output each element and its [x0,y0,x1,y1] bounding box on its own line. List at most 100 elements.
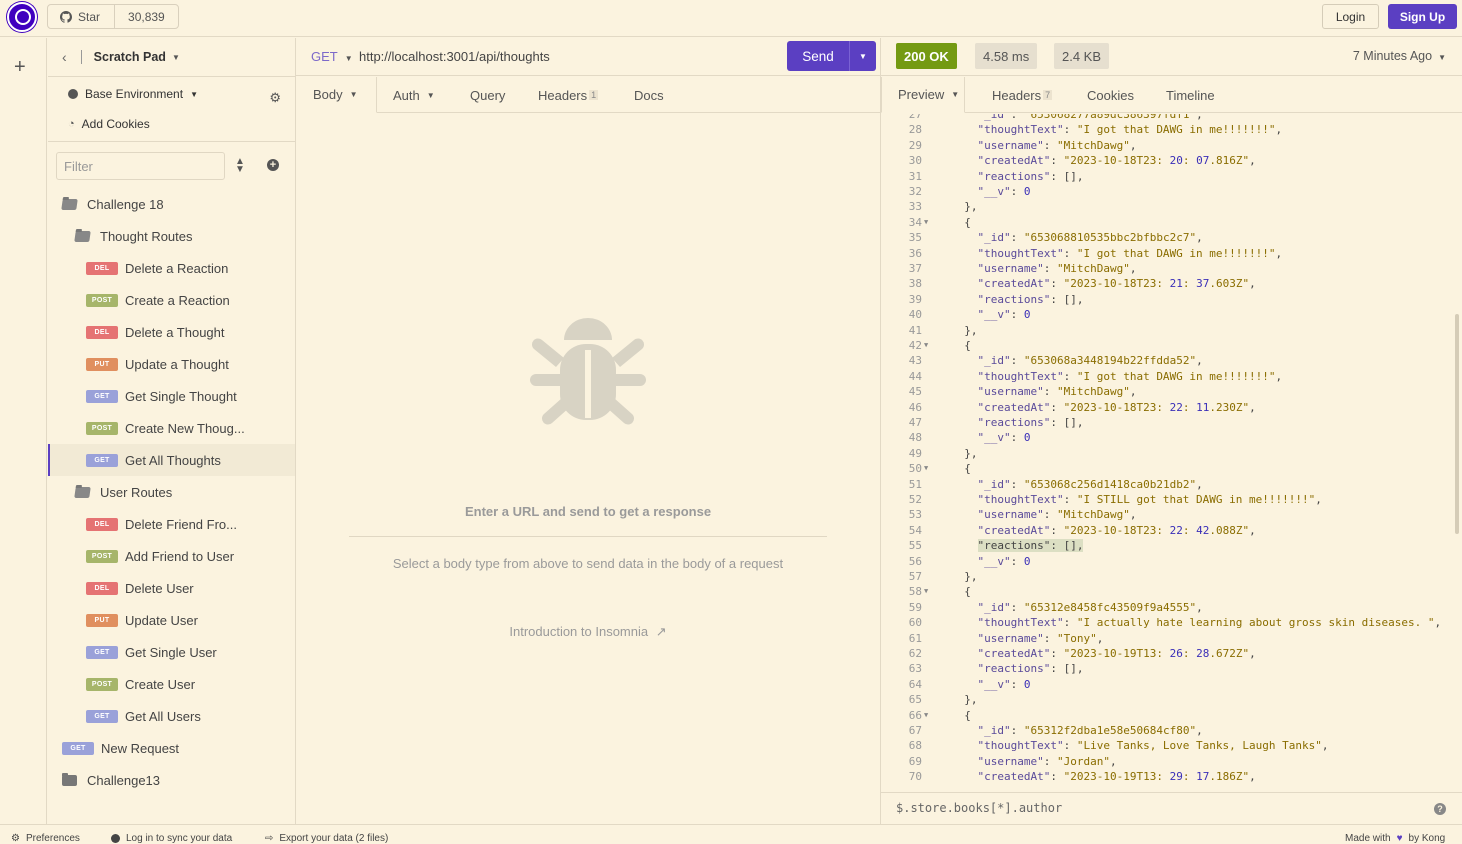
response-history-selector[interactable]: 7 Minutes Ago ▼ [1353,49,1446,63]
sidebar-request[interactable]: DEL Delete User [48,572,295,604]
add-item-icon[interactable]: + [267,159,279,171]
chevron-down-icon[interactable]: ▼ [172,53,180,62]
preferences-button[interactable]: ⚙ Preferences [11,833,80,844]
code-text: }, [951,446,978,460]
sidebar-folder[interactable]: User Routes [48,476,295,508]
login-sync-button[interactable]: Log in to sync your data [111,833,232,844]
method-badge: POST [86,421,118,435]
code-text: "_id": "65312f2dba1e58e50684cf80", [977,724,1203,737]
sync-status-icon [111,834,120,843]
sidebar-item-label: Challenge 18 [87,196,164,212]
workspace-title[interactable]: Scratch Pad [94,50,166,64]
method-badge: DEL [86,581,118,595]
bug-icon [530,318,646,425]
sort-icon[interactable]: ▲ ▼ [235,157,245,175]
tab-cookies[interactable]: Cookies [1087,77,1134,113]
line-number: 70 [908,770,922,784]
sidebar-request[interactable]: GET Get All Users [48,700,295,732]
tab-auth[interactable]: Auth ▼ [393,77,435,113]
sidebar-request[interactable]: DEL Delete Friend Fro... [48,508,295,540]
fold-toggle-icon[interactable]: ▼ [924,215,928,230]
insomnia-logo[interactable] [7,2,37,32]
code-text: "createdAt": "2023-10-18T23: 21: 37.603Z… [977,277,1256,291]
code-text: "username": "MitchDawg", [977,508,1137,522]
code-text: "username": "MitchDawg", [977,385,1137,399]
method-selector[interactable]: GET ▼ [311,49,353,64]
sidebar-request[interactable]: DEL Delete a Reaction [48,252,295,284]
code-line: 41 }, [881,323,1451,338]
intro-link[interactable]: Introduction to Insomnia ↗ [296,624,880,640]
json-preview[interactable]: 27 "_id": "653068277a89dc386397fdf1", 28 … [881,114,1451,792]
sidebar-request[interactable]: POST Create a Reaction [48,284,295,316]
jsonpath-filter-input[interactable]: $.store.books[*].author [896,801,1062,815]
fold-toggle-icon[interactable]: ▼ [924,584,928,599]
new-project-plus-icon[interactable]: + [14,56,26,79]
code-text: "_id": "653068c256d1418ca0b21db2", [977,477,1203,491]
line-number: 42 [908,339,922,352]
line-number: 64 [908,677,922,691]
response-ago-label: 7 Minutes Ago [1352,49,1433,63]
add-cookies-button[interactable]: ◔ Add Cookies [68,117,150,131]
tab-timeline[interactable]: Timeline [1166,77,1215,113]
gear-icon[interactable]: ⚙ [269,90,281,106]
tab-body[interactable]: Body ▼ [296,77,377,113]
line-number: 30 [908,154,922,168]
environment-color-icon [68,89,78,99]
tab-query[interactable]: Query [470,77,505,113]
sidebar-request[interactable]: POST Create New Thoug... [48,412,295,444]
heart-icon: ♥ [1396,833,1403,844]
sidebar-folder[interactable]: Challenge 18 [48,188,295,220]
fold-toggle-icon[interactable]: ▼ [924,708,928,723]
sidebar-request[interactable]: POST Create User [48,668,295,700]
filter-input[interactable]: Filter [56,152,225,180]
help-icon[interactable]: ? [1434,803,1446,815]
star-label: Star [78,9,101,24]
code-line: 32 "__v": 0 [881,184,1451,199]
environment-selector[interactable]: Base Environment ▼ [68,87,198,101]
tab-docs[interactable]: Docs [634,77,664,113]
signup-button[interactable]: Sign Up [1388,4,1457,29]
made-with-kong[interactable]: Made with ♥ by Kong [1345,833,1445,844]
code-text: "createdAt": "2023-10-18T23: 20: 07.816Z… [977,154,1256,168]
scrollbar[interactable] [1455,314,1459,534]
export-data-button[interactable]: ⇨ Export your data (2 files) [265,833,388,844]
send-button[interactable]: Send [787,49,849,64]
sidebar-request[interactable]: GET Get Single User [48,636,295,668]
github-star-group[interactable]: Star 30,839 [47,4,179,29]
tab-response-headers[interactable]: Headers 7 [992,77,1053,113]
url-input[interactable]: http://localhost:3001/api/thoughts [359,49,550,64]
sidebar-request[interactable]: PUT Update User [48,604,295,636]
tab-headers-label: Headers [538,87,588,103]
gear-icon: ⚙ [11,833,20,844]
line-number: 59 [908,600,922,614]
sidebar-request[interactable]: PUT Update a Thought [48,348,295,380]
method-badge: PUT [86,357,118,371]
code-line: 40 "__v": 0 [881,307,1451,322]
back-chevron-icon[interactable]: ‹ [62,49,67,65]
line-number: 52 [908,493,922,506]
sidebar-folder[interactable]: Challenge13 [48,764,295,796]
empty-state-title: Enter a URL and send to get a response [464,504,712,519]
send-options-chevron-icon[interactable]: ▼ [849,41,876,71]
code-text: "reactions": [], [977,416,1084,429]
sidebar-folder[interactable]: Thought Routes [48,220,295,252]
code-line: 49 }, [881,446,1451,461]
method-badge: GET [86,645,118,659]
sidebar-request[interactable]: DEL Delete a Thought [48,316,295,348]
folder-open-icon [74,486,91,498]
fold-toggle-icon[interactable]: ▼ [924,461,928,476]
sidebar-request[interactable]: POST Add Friend to User [48,540,295,572]
sidebar-request[interactable]: GET Get Single Thought [48,380,295,412]
code-line: 39 "reactions": [], [881,292,1451,307]
sidebar-item-label: Get All Users [125,708,201,724]
tab-preview[interactable]: Preview ▼ [881,77,965,113]
sidebar-request[interactable]: GET New Request [48,732,295,764]
code-line: 37 "username": "MitchDawg", [881,261,1451,276]
github-star-button[interactable]: Star [48,5,116,28]
by-kong-label: by Kong [1408,833,1446,844]
login-button[interactable]: Login [1322,4,1379,29]
line-number: 58 [908,585,922,599]
sidebar-request[interactable]: GET Get All Thoughts [48,444,295,476]
tab-headers[interactable]: Headers 1 [538,77,599,113]
fold-toggle-icon[interactable]: ▼ [924,338,928,353]
